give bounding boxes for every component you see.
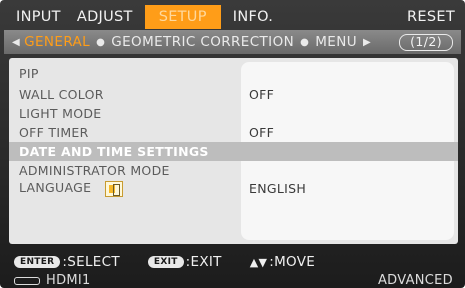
- input-source: HDMI1: [46, 273, 91, 288]
- tab-input[interactable]: INPUT: [8, 5, 69, 29]
- subtab-menu[interactable]: MENU: [315, 34, 357, 50]
- help-move: ▲▼ :MOVE: [250, 254, 315, 270]
- projector-menu: INPUT ADJUST SETUP INFO. RESET ◀ GENERAL…: [0, 0, 465, 288]
- tab-info[interactable]: INFO.: [225, 5, 281, 29]
- tab-setup[interactable]: SETUP: [144, 5, 221, 29]
- help-exit: EXIT :EXIT: [147, 254, 222, 270]
- row-pip[interactable]: PIP: [9, 64, 458, 83]
- row-light-mode[interactable]: LIGHT MODE: [9, 104, 458, 123]
- help-select: ENTER :SELECT: [14, 254, 120, 270]
- row-label: WALL COLOR: [19, 87, 104, 102]
- subtab-geometric-correction[interactable]: GEOMETRIC CORRECTION: [111, 34, 294, 50]
- menu-tabs: INPUT ADJUST SETUP INFO. RESET: [8, 4, 457, 30]
- enter-key-icon: ENTER: [14, 256, 61, 268]
- row-administrator-mode[interactable]: ADMINISTRATOR MODE: [9, 161, 458, 180]
- row-language[interactable]: LANGUAGE ENGLISH: [9, 179, 458, 198]
- row-wall-color[interactable]: WALL COLOR OFF: [9, 85, 458, 104]
- up-down-arrows-icon: ▲▼: [249, 255, 268, 269]
- language-label: LANGUAGE: [19, 180, 92, 196]
- exit-key-icon: EXIT: [147, 256, 184, 268]
- row-value: OFF: [249, 125, 275, 140]
- left-arrow-icon[interactable]: ◀: [12, 37, 20, 48]
- menu-mode: ADVANCED: [377, 273, 453, 288]
- row-label: OFF TIMER: [19, 125, 89, 140]
- page-indicator: (1/2): [399, 33, 453, 51]
- row-label: LIGHT MODE: [19, 106, 102, 121]
- subtab-general[interactable]: GENERAL: [24, 34, 90, 50]
- language-icon: [105, 180, 124, 197]
- row-label: DATE AND TIME SETTINGS: [19, 144, 209, 159]
- status-bar: HDMI1 ADVANCED: [14, 273, 453, 288]
- row-label: LANGUAGE: [19, 180, 124, 197]
- row-off-timer[interactable]: OFF TIMER OFF: [9, 123, 458, 142]
- help-bar: ENTER :SELECT EXIT :EXIT ▲▼ :MOVE: [14, 253, 343, 271]
- row-label: PIP: [19, 66, 39, 81]
- row-value: ENGLISH: [249, 181, 307, 196]
- tab-reset[interactable]: RESET: [399, 5, 457, 29]
- settings-panel: PIP WALL COLOR OFF LIGHT MODE OFF TIMER …: [9, 58, 458, 244]
- submenu-bar: ◀ GENERAL ● GEOMETRIC CORRECTION ● MENU …: [4, 30, 461, 54]
- tab-adjust[interactable]: ADJUST: [69, 5, 141, 29]
- bullet-icon: ●: [300, 36, 310, 48]
- row-date-time-settings[interactable]: DATE AND TIME SETTINGS: [9, 142, 458, 161]
- row-label: ADMINISTRATOR MODE: [19, 163, 170, 178]
- exit-hint: :EXIT: [185, 254, 222, 270]
- right-arrow-icon[interactable]: ▶: [363, 37, 371, 48]
- move-hint: :MOVE: [269, 254, 316, 270]
- bullet-icon: ●: [96, 36, 106, 48]
- row-value: OFF: [249, 87, 275, 102]
- select-hint: :SELECT: [62, 254, 120, 270]
- input-source-icon: [14, 276, 40, 285]
